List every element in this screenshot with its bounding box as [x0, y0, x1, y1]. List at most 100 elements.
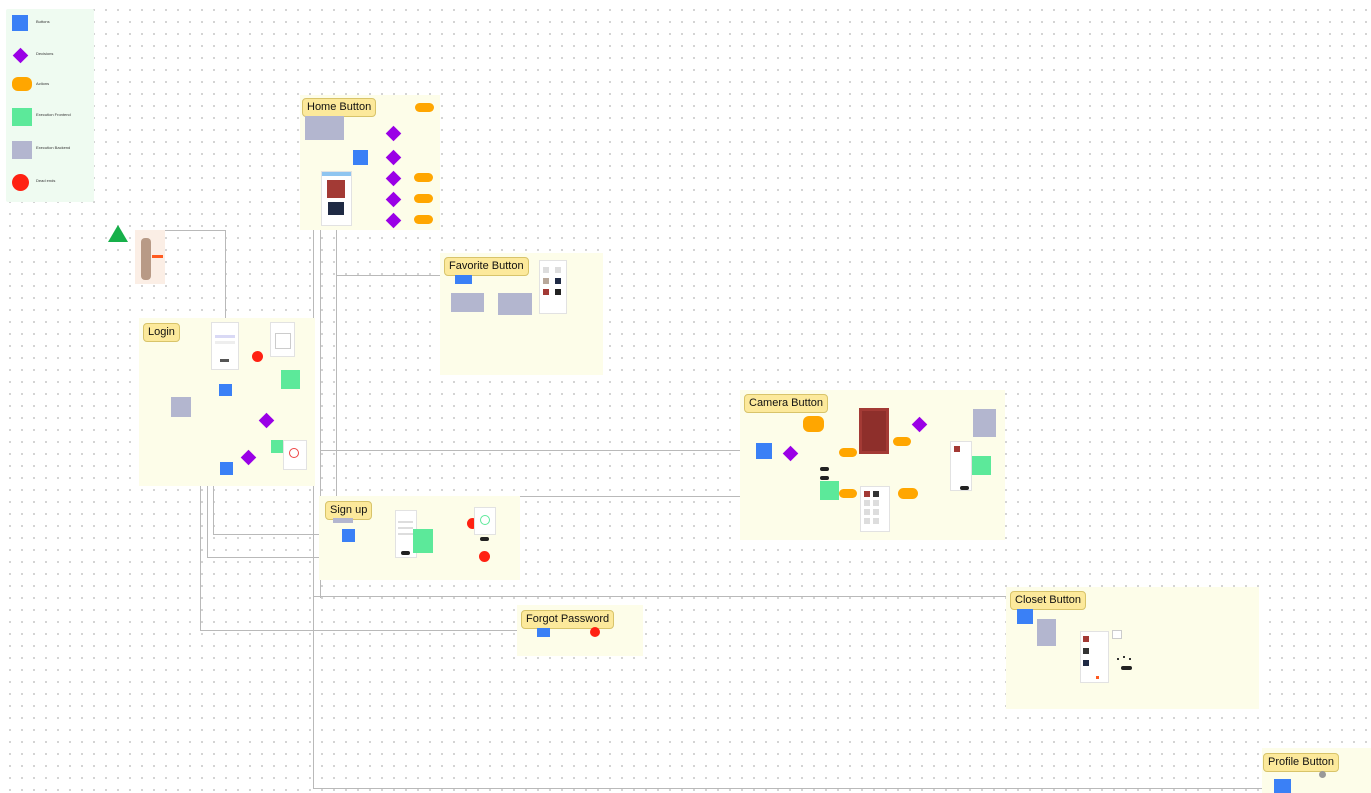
- home-action-2[interactable]: [414, 173, 433, 182]
- home-action-1[interactable]: [415, 103, 434, 112]
- gallery-item: [864, 491, 870, 497]
- legend-deadend-swatch: [12, 174, 29, 191]
- home-action-3[interactable]: [414, 194, 433, 203]
- login-error-box: [275, 333, 291, 349]
- home-screen-thumbnail[interactable]: [321, 171, 352, 226]
- closet-screen-thumbnail[interactable]: [1080, 631, 1109, 683]
- home-shorts-image: [328, 202, 344, 215]
- legend-deadends: Dead ends: [12, 174, 92, 194]
- favorite-backend-note-1: [451, 293, 484, 312]
- closet-item: [1083, 636, 1089, 642]
- connector: [336, 228, 337, 498]
- closet-nav-dot: [1096, 676, 1099, 679]
- login-field: [215, 341, 235, 344]
- home-action-4[interactable]: [414, 215, 433, 224]
- login-signup-button-node[interactable]: [220, 462, 233, 475]
- login-screen-thumbnail[interactable]: [211, 322, 239, 370]
- signup-dead-end-2[interactable]: [479, 551, 490, 562]
- signup-backend-note: [333, 518, 353, 523]
- gallery-item: [864, 518, 870, 524]
- gallery-item: [864, 500, 870, 506]
- camera-action-2[interactable]: [839, 448, 857, 457]
- gallery-item: [873, 509, 879, 515]
- camera-photo-thumbnail[interactable]: [859, 408, 889, 454]
- gallery-item: [873, 500, 879, 506]
- forgot-section-label[interactable]: Forgot Password: [521, 610, 615, 629]
- favorites-screen-thumbnail[interactable]: [539, 260, 567, 314]
- closet-item: [1083, 660, 1089, 666]
- closet-backend-note: [1037, 619, 1056, 646]
- splash-accent: [152, 255, 163, 258]
- favorite-button-node[interactable]: [455, 275, 472, 284]
- camera-button-node[interactable]: [756, 443, 772, 459]
- login-button-node[interactable]: [219, 384, 232, 396]
- profile-avatar: [1319, 771, 1326, 778]
- fav-item: [555, 267, 561, 273]
- connector: [320, 450, 755, 451]
- gallery-item: [864, 509, 870, 515]
- login-dead-end[interactable]: [252, 351, 263, 362]
- camera-section-label[interactable]: Camera Button: [744, 394, 828, 413]
- start-triangle[interactable]: [108, 225, 128, 242]
- camera-frontend-note: [820, 481, 839, 500]
- login-field: [215, 335, 235, 338]
- signup-submit: [401, 551, 410, 555]
- camera-photo-detail: [862, 411, 886, 451]
- login-result-screen-thumbnail[interactable]: [283, 440, 307, 470]
- profile-button-node[interactable]: [1274, 779, 1291, 793]
- camera-frontend-note-2: [972, 456, 991, 475]
- splash-screen-thumbnail[interactable]: [135, 230, 165, 284]
- connector: [225, 230, 226, 325]
- legend-label: Decisions: [36, 51, 54, 56]
- fav-item: [543, 267, 549, 273]
- camera-action-4[interactable]: [893, 437, 911, 446]
- signup-field: [398, 533, 413, 535]
- connector: [200, 630, 540, 631]
- signup-frontend-note: [413, 529, 433, 553]
- closet-detail-dot: [1129, 658, 1131, 660]
- closet-detail-thumbnail[interactable]: [1112, 630, 1140, 676]
- camera-backend-note: [973, 409, 996, 437]
- signup-button-node[interactable]: [342, 529, 355, 542]
- closet-item: [1083, 648, 1089, 654]
- forgot-button-node[interactable]: [537, 628, 550, 637]
- login-submit: [220, 359, 229, 362]
- legend: Buttons Decisions Actions Execution Fron…: [6, 9, 94, 202]
- favorite-section-label[interactable]: Favorite Button: [444, 257, 529, 276]
- camera-gallery-thumbnail[interactable]: [860, 486, 890, 532]
- forgot-dead-end[interactable]: [590, 627, 600, 637]
- gallery-item: [873, 491, 879, 497]
- splash-figure: [141, 238, 151, 280]
- check-icon: [480, 515, 490, 525]
- home-button-node[interactable]: [353, 150, 368, 165]
- connector: [313, 228, 314, 788]
- close-icon: [289, 448, 299, 458]
- legend-frontend: Execution Frontend: [12, 108, 92, 128]
- legend-label: Execution Backend: [36, 145, 71, 150]
- closet-detail-box: [1112, 630, 1122, 639]
- legend-actions: Actions: [12, 77, 92, 97]
- signup-field: [398, 527, 413, 529]
- camera-action-5[interactable]: [898, 488, 918, 499]
- favorite-backend-note-2: [498, 293, 532, 315]
- fav-item: [543, 278, 549, 284]
- camera-pill-3: [960, 486, 969, 490]
- profile-section-label[interactable]: Profile Button: [1263, 753, 1340, 772]
- login-error-screen-thumbnail[interactable]: [270, 322, 295, 357]
- camera-result-thumbnail[interactable]: [950, 441, 972, 491]
- signup-confirm-thumbnail[interactable]: [474, 507, 496, 535]
- closet-button-node[interactable]: [1017, 609, 1033, 624]
- login-frontend-note: [281, 370, 300, 389]
- legend-frontend-swatch: [12, 108, 32, 126]
- closet-section-label[interactable]: Closet Button: [1010, 591, 1087, 610]
- closet-detail-dot: [1117, 658, 1119, 660]
- legend-decision-swatch: [12, 47, 29, 64]
- signup-pill: [480, 537, 489, 541]
- closet-detail-pill: [1121, 666, 1132, 670]
- connector: [313, 596, 1016, 597]
- camera-action-1[interactable]: [803, 416, 824, 432]
- connector: [313, 788, 1273, 789]
- camera-action-3[interactable]: [839, 489, 857, 498]
- home-section-label[interactable]: Home Button: [302, 98, 377, 117]
- login-section-label[interactable]: Login: [143, 323, 180, 342]
